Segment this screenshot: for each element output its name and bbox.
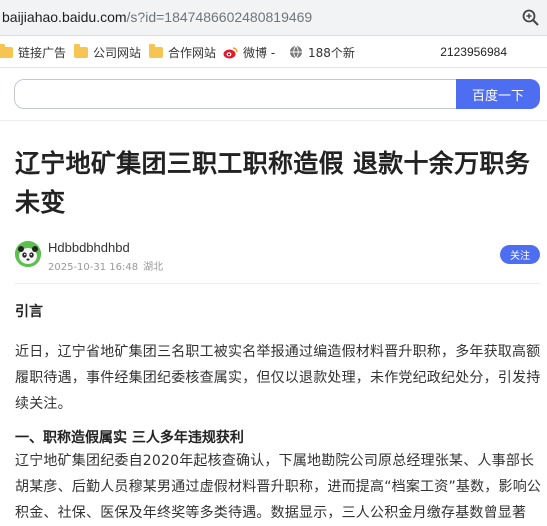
intro-heading: 引言	[15, 304, 43, 320]
bookmark-item[interactable]: 合作网站	[149, 43, 217, 60]
url-path: /s?id=1847486602480819469	[126, 9, 313, 25]
divider	[15, 283, 540, 284]
publish-date: 2025-10-31 16:48	[48, 262, 139, 273]
author-name[interactable]: Hdbbdbhdhbd	[48, 240, 130, 255]
bookmarks-bar: 链接广告 公司网站 合作网站 微博 - 188个新 2123956984	[0, 36, 547, 68]
url-text[interactable]: baijiahao.baidu.com/s?id=184748660248081…	[2, 9, 312, 25]
avatar[interactable]	[15, 241, 41, 267]
search-button[interactable]: 百度一下	[456, 79, 540, 109]
intro-paragraph: 近日，辽宁省地矿集团三名职工被实名举报通过编造假材料晋升职称，多年获取高额履职待…	[15, 344, 541, 412]
section-paragraph: 辽宁地矿集团纪委自2020年起核查确认，下属地勘院公司原总经理张某、人事部长胡某…	[15, 453, 542, 521]
bookmark-item[interactable]: 188个新	[289, 44, 355, 60]
bookmark-item[interactable]: 链接广告	[0, 43, 67, 60]
folder-icon	[0, 43, 13, 58]
publish-location: 湖北	[143, 262, 164, 273]
folder-icon	[149, 43, 163, 58]
follow-button[interactable]: 关注	[500, 245, 540, 264]
folder-icon	[74, 43, 88, 58]
panda-avatar-icon	[15, 241, 41, 267]
article-title: 辽宁地矿集团三职工职称造假 退款十余万职务未变	[15, 149, 531, 217]
search-bar: 百度一下	[0, 68, 547, 121]
bookmark-item[interactable]: 微博 -	[223, 44, 275, 60]
bookmark-label: 链接广告	[18, 45, 67, 60]
section-heading: 一、职称造假属实 三人多年违规获利	[15, 430, 244, 446]
bookmark-item[interactable]: 公司网站	[74, 43, 142, 60]
url-host: baijiahao.baidu.com	[2, 9, 127, 25]
weibo-icon	[223, 46, 238, 58]
article-meta: 2025-10-31 16:48 湖北	[48, 258, 163, 273]
zoom-icon[interactable]	[521, 8, 541, 28]
search-input[interactable]	[14, 79, 456, 109]
bookmark-label: 公司网站	[93, 45, 142, 60]
bookmarks-right-text: 2123956984	[440, 45, 507, 59]
globe-icon	[290, 45, 302, 59]
bookmark-label: 微博 -	[243, 45, 276, 60]
bookmark-label: 188个新	[308, 45, 355, 60]
address-bar[interactable]: baijiahao.baidu.com/s?id=184748660248081…	[0, 0, 547, 36]
bookmark-label: 合作网站	[168, 45, 217, 60]
